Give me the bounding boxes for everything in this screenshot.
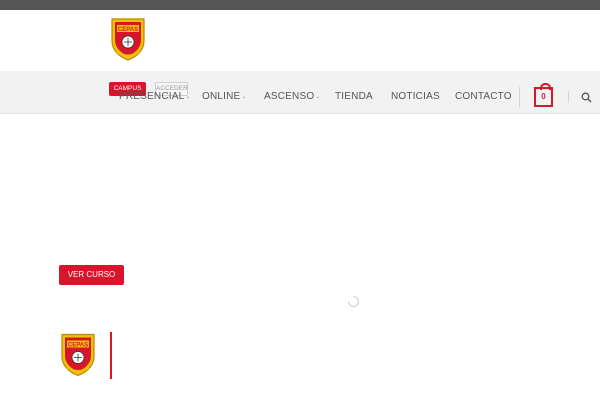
nav-divider	[519, 87, 520, 107]
ver-curso-button[interactable]: VER CURSO	[59, 265, 124, 285]
nav-item-label: TIENDA	[335, 91, 373, 102]
nav-item-noticias[interactable]: NOTICIAS	[391, 91, 440, 105]
chevron-down-icon: ⌄	[185, 94, 191, 100]
nav-item-ascenso[interactable]: ASCENSO⌄	[264, 91, 321, 105]
loading-spinner-icon	[348, 296, 359, 307]
footer-logo-text: CEPAS	[68, 343, 88, 349]
nav-item-tienda[interactable]: TIENDA	[335, 91, 373, 105]
logo-text: CEPAS	[118, 27, 138, 33]
chevron-down-icon: ⌄	[315, 94, 321, 100]
nav-item-online[interactable]: ONLINE⌄	[202, 91, 247, 105]
footer-logo[interactable]: CEPAS	[59, 332, 97, 378]
nav-item-label: CONTACTO	[455, 91, 512, 102]
chevron-down-icon: ⌄	[241, 94, 247, 100]
page: CEPAS CAMPUS ACCEDER PRESENCIAL⌄ ONLINE⌄…	[0, 0, 600, 400]
cart-button[interactable]: 0	[534, 83, 553, 107]
nav-item-presencial[interactable]: PRESENCIAL⌄	[119, 91, 191, 105]
nav-divider	[568, 91, 569, 103]
nav-item-label: ASCENSO	[264, 91, 315, 102]
nav-item-label: PRESENCIAL	[119, 91, 185, 102]
nav-item-label: NOTICIAS	[391, 91, 440, 102]
nav-item-contacto[interactable]: CONTACTO	[455, 91, 512, 105]
logo[interactable]: CEPAS	[109, 17, 147, 62]
search-icon[interactable]	[581, 92, 592, 103]
cart-count: 0	[541, 92, 546, 101]
top-bar	[0, 0, 600, 10]
nav-item-label: ONLINE	[202, 91, 241, 102]
footer-divider	[110, 332, 112, 379]
